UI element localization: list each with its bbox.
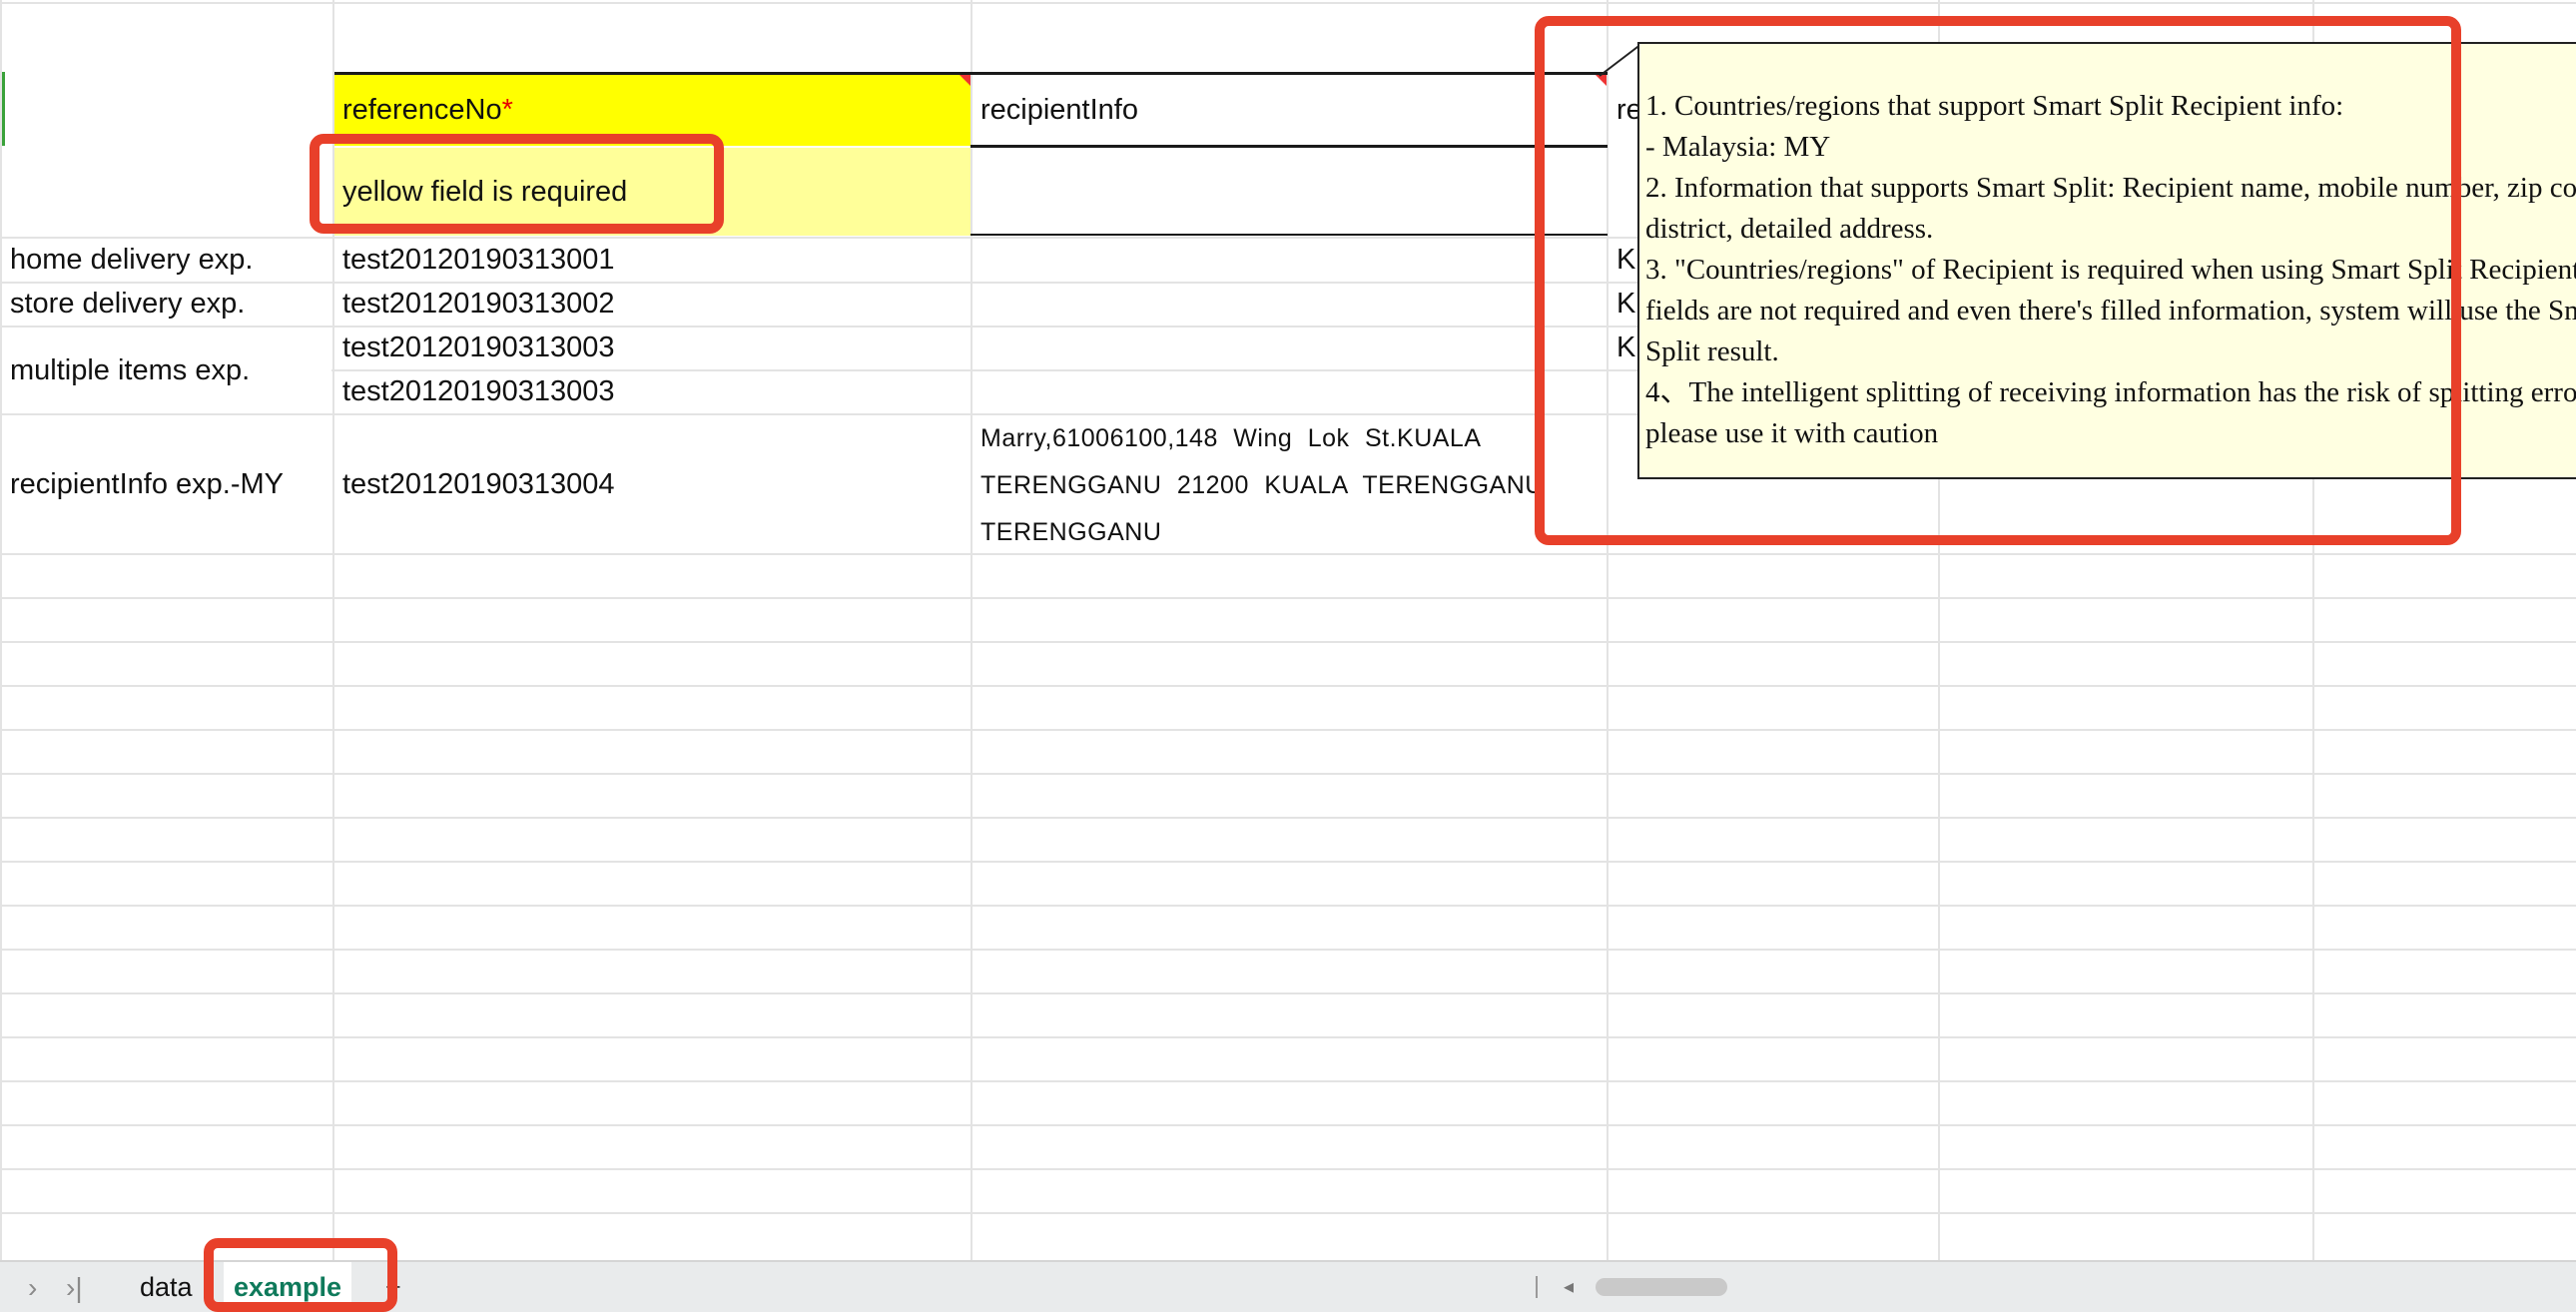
ref-cell[interactable]: test20120190313003 <box>334 369 970 413</box>
header-top-border <box>334 72 1608 75</box>
header-cell-recipientinfo[interactable]: recipientInfo <box>972 74 1607 146</box>
gridline <box>0 817 2576 819</box>
address-line: TERENGGANU 21200 KUALA TERENGGANU <box>980 471 1544 499</box>
note-bottom-border <box>970 234 1608 236</box>
gridline <box>0 861 2576 863</box>
gridline <box>0 0 2 1260</box>
last-sheet-icon[interactable]: ›| <box>66 1272 83 1304</box>
scroll-divider <box>1536 1276 1538 1298</box>
gridline <box>0 729 2576 731</box>
address-line: TERENGGANU <box>980 518 1162 546</box>
gridline <box>0 1212 2576 1214</box>
address-line: Marry,61006100,148 Wing Lok St.KUALA <box>980 424 1482 452</box>
comment-indicator[interactable] <box>959 74 970 86</box>
header-bottom-border <box>970 145 1608 148</box>
gridline <box>0 1124 2576 1126</box>
gridline <box>0 1080 2576 1082</box>
highlight-box-comment <box>1535 16 2461 545</box>
gridline <box>0 641 2576 643</box>
gridline <box>0 597 2576 599</box>
ref-cell[interactable]: test20120190313004 <box>334 415 970 553</box>
highlight-box-example-tab <box>204 1238 397 1312</box>
gridline <box>0 1168 2576 1170</box>
required-asterisk: * <box>501 94 513 126</box>
recipient-address-cell[interactable]: Marry,61006100,148 Wing Lok St.KUALA TER… <box>972 415 1572 553</box>
tab-data[interactable]: data <box>130 1262 203 1312</box>
highlight-box-required-note <box>310 134 724 234</box>
gridline <box>0 773 2576 775</box>
row-label[interactable]: recipientInfo exp.-MY <box>2 415 331 553</box>
row-label[interactable]: multiple items exp. <box>2 328 331 413</box>
ref-cell[interactable]: test20120190313003 <box>334 326 970 369</box>
gridline <box>0 685 2576 687</box>
row-label[interactable]: home delivery exp. <box>2 238 331 282</box>
gridline <box>0 949 2576 951</box>
ref-cell[interactable]: test20120190313002 <box>334 282 970 326</box>
gridline <box>0 992 2576 994</box>
row-label[interactable]: store delivery exp. <box>2 282 331 326</box>
next-sheet-icon[interactable]: › <box>28 1272 37 1304</box>
gridline <box>970 0 972 1260</box>
spreadsheet-grid[interactable]: referenceNo* recipientInfo re yellow fie… <box>0 0 2576 1260</box>
header-recipientinfo-label: recipientInfo <box>980 94 1138 126</box>
header-referenceno-label: referenceNo <box>342 94 502 126</box>
horizontal-scrollbar-thumb[interactable] <box>1596 1278 1727 1296</box>
scroll-left-icon[interactable]: ◂ <box>1564 1274 1574 1299</box>
gridline <box>0 1036 2576 1038</box>
ref-cell[interactable]: test20120190313001 <box>334 238 970 282</box>
gridline <box>0 553 2576 555</box>
gridline <box>0 905 2576 907</box>
gridline <box>0 2 2576 4</box>
